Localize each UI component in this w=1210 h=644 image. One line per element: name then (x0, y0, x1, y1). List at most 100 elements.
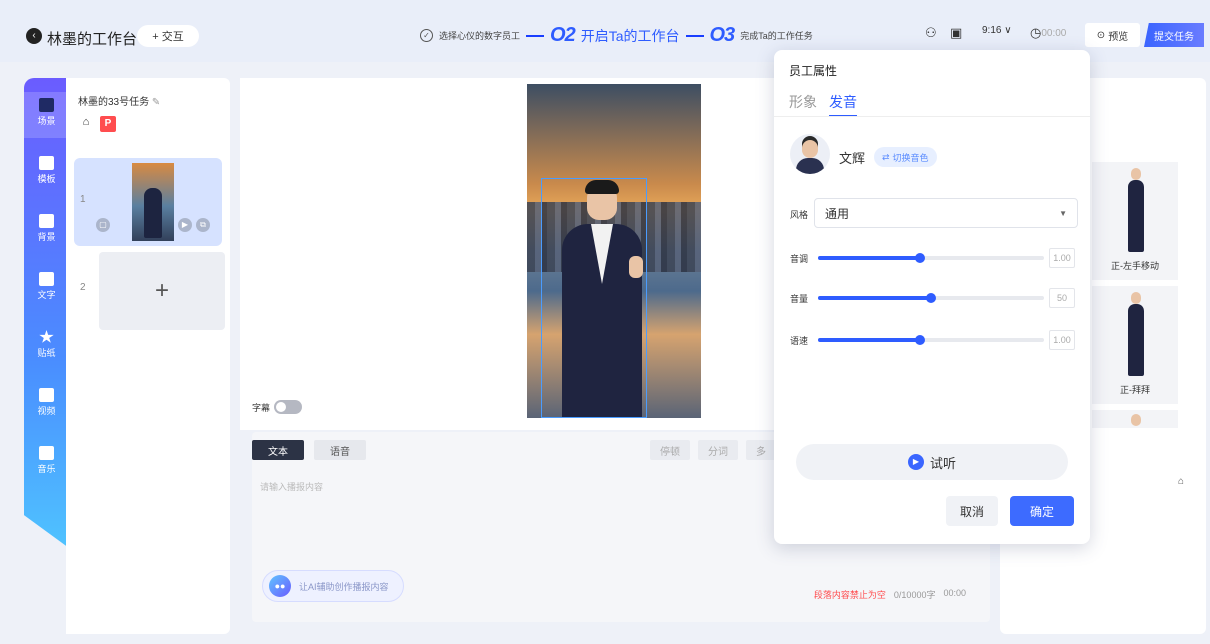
tab-pronunciation[interactable]: 发音 (829, 92, 857, 117)
p-badge-icon[interactable]: P (100, 116, 116, 132)
stage-preview[interactable] (527, 84, 701, 418)
user-icon[interactable]: ⚇ (925, 25, 937, 41)
save-icon[interactable]: ▣ (950, 25, 962, 41)
action-card[interactable] (1092, 410, 1178, 428)
timer: ◷ 00:00 (1030, 25, 1066, 41)
step2-label: 开启Ta的工作台 (580, 27, 680, 44)
avatar-head (1131, 292, 1141, 304)
nav-item-text[interactable]: 文字 (24, 272, 69, 301)
pitch-slider[interactable] (818, 253, 1044, 263)
selection-box[interactable] (541, 178, 647, 418)
char-count: 0/10000字 (893, 590, 936, 600)
scene-card-2[interactable]: 2 + (74, 252, 225, 330)
copy-icon[interactable]: ⧉ (196, 218, 210, 232)
swap-icon: ⇄ (882, 151, 890, 162)
style-label: 风格 (790, 210, 809, 220)
nav-label: 文字 (37, 290, 56, 300)
ratio-select[interactable]: 9:16 ∨ (982, 25, 1012, 36)
scene-thumbnail (132, 163, 174, 241)
style-value: 通用 (825, 206, 850, 221)
step1-label: 选择心仪的数字员工 (439, 31, 521, 41)
scene-card-1[interactable]: 1 ▢ ▶ ⧉ (74, 158, 222, 246)
avatar-body (1128, 304, 1144, 376)
back-icon[interactable]: ‹ (26, 28, 42, 44)
ai-assist-label: 让AI辅助创作播报内容 (299, 581, 389, 592)
action-label: 正-左手移动 (1111, 261, 1159, 271)
switch-voice-label: 切换音色 (892, 152, 929, 163)
preview-button[interactable]: ⊙ 预览 (1085, 23, 1140, 47)
pitch-value[interactable]: 1.00 (1049, 248, 1075, 268)
slider-knob[interactable] (926, 293, 936, 303)
switch-voice-button[interactable]: ⇄ 切换音色 (874, 147, 937, 167)
right-panel-icons: ⌂ (1178, 476, 1184, 487)
action-card[interactable]: 正-拜拜 (1092, 286, 1178, 404)
editor-status: 段落内容禁止为空 0/10000字 00:00 (814, 588, 966, 601)
editor-tabs: 文本 语音 (252, 440, 366, 460)
step3-label: 完成Ta的工作任务 (740, 31, 813, 41)
tab-text[interactable]: 文本 (252, 440, 304, 460)
ratio-value: 9:16 (982, 25, 1002, 36)
slider-fill (818, 338, 920, 342)
tab-voice[interactable]: 语音 (314, 440, 366, 460)
avatar (144, 188, 162, 238)
style-select[interactable]: 通用 ▼ (814, 198, 1078, 228)
interact-button[interactable]: + 交互 (137, 25, 199, 47)
slider-knob[interactable] (914, 253, 925, 263)
slider-fill (818, 296, 931, 300)
nav-item-music[interactable]: 音乐 (24, 446, 69, 475)
confirm-button[interactable]: 确定 (1010, 496, 1074, 526)
cancel-button[interactable]: 取消 (946, 496, 998, 526)
more-button[interactable]: 多 (746, 440, 776, 460)
nav-label: 贴纸 (37, 348, 56, 358)
lock-icon[interactable]: ⌂ (78, 116, 94, 132)
delete-icon[interactable]: ▢ (96, 218, 110, 232)
chevron-down-icon: ∨ (1001, 25, 1012, 36)
nav-item-background[interactable]: 背景 (24, 214, 69, 243)
avatar-body (1128, 180, 1144, 252)
nav-item-sticker[interactable]: 贴纸 (24, 330, 69, 359)
nav-item-video[interactable]: 视频 (24, 388, 69, 417)
pause-button[interactable]: 停顿 (650, 440, 690, 460)
template-icon (39, 156, 54, 170)
step3-number: O3 (709, 24, 736, 46)
scene-icon (39, 98, 54, 112)
add-scene-button[interactable]: + (99, 252, 225, 330)
slider-fill (818, 256, 920, 260)
step-divider (685, 34, 704, 37)
play-icon[interactable]: ▶ (178, 218, 192, 232)
video-icon (39, 388, 54, 402)
music-icon (39, 446, 54, 460)
submit-button[interactable]: 提交任务 (1144, 23, 1204, 47)
speed-value[interactable]: 1.00 (1049, 330, 1075, 350)
action-card[interactable]: 正-左手移动 (1092, 162, 1178, 280)
slider-knob[interactable] (914, 335, 925, 345)
nav-item-template[interactable]: 模板 (24, 156, 69, 185)
script-input[interactable]: 请输入播报内容 (260, 480, 323, 493)
volume-slider[interactable] (818, 293, 1044, 303)
volume-value[interactable]: 50 (1049, 288, 1075, 308)
task-icons: ⌂ P (78, 116, 116, 132)
subtitle-label: 字幕 (252, 402, 271, 413)
tab-appearance[interactable]: 形象 (789, 92, 817, 117)
caret-down-icon: ▼ (1059, 208, 1067, 218)
play-icon: ▶ (907, 454, 924, 470)
edit-icon[interactable]: ✎ (152, 97, 160, 108)
nav-item-scene[interactable]: 场景 (24, 92, 69, 138)
speed-slider[interactable] (818, 335, 1044, 345)
voice-name: 文辉 (839, 151, 866, 166)
popup-tabs: 形象 发音 (789, 92, 857, 117)
step-divider (526, 34, 545, 37)
divider (774, 116, 1090, 117)
slider-label: 音调 (790, 254, 809, 264)
nav-label: 背景 (37, 232, 56, 242)
subtitle-toggle[interactable]: 字幕 (252, 400, 303, 414)
popup-title: 员工属性 (789, 64, 838, 78)
toggle-switch[interactable] (274, 400, 303, 414)
listen-button[interactable]: ▶ 试听 (796, 444, 1068, 480)
scene-number: 1 (80, 194, 86, 205)
preview-label: 预览 (1108, 31, 1129, 43)
ai-assist-button[interactable]: ●● 让AI辅助创作播报内容 (262, 570, 404, 602)
segment-button[interactable]: 分词 (698, 440, 738, 460)
lock-icon[interactable]: ⌂ (1178, 476, 1184, 487)
left-nav: 场景 模板 背景 文字 贴纸 视频 音乐 (24, 78, 69, 548)
